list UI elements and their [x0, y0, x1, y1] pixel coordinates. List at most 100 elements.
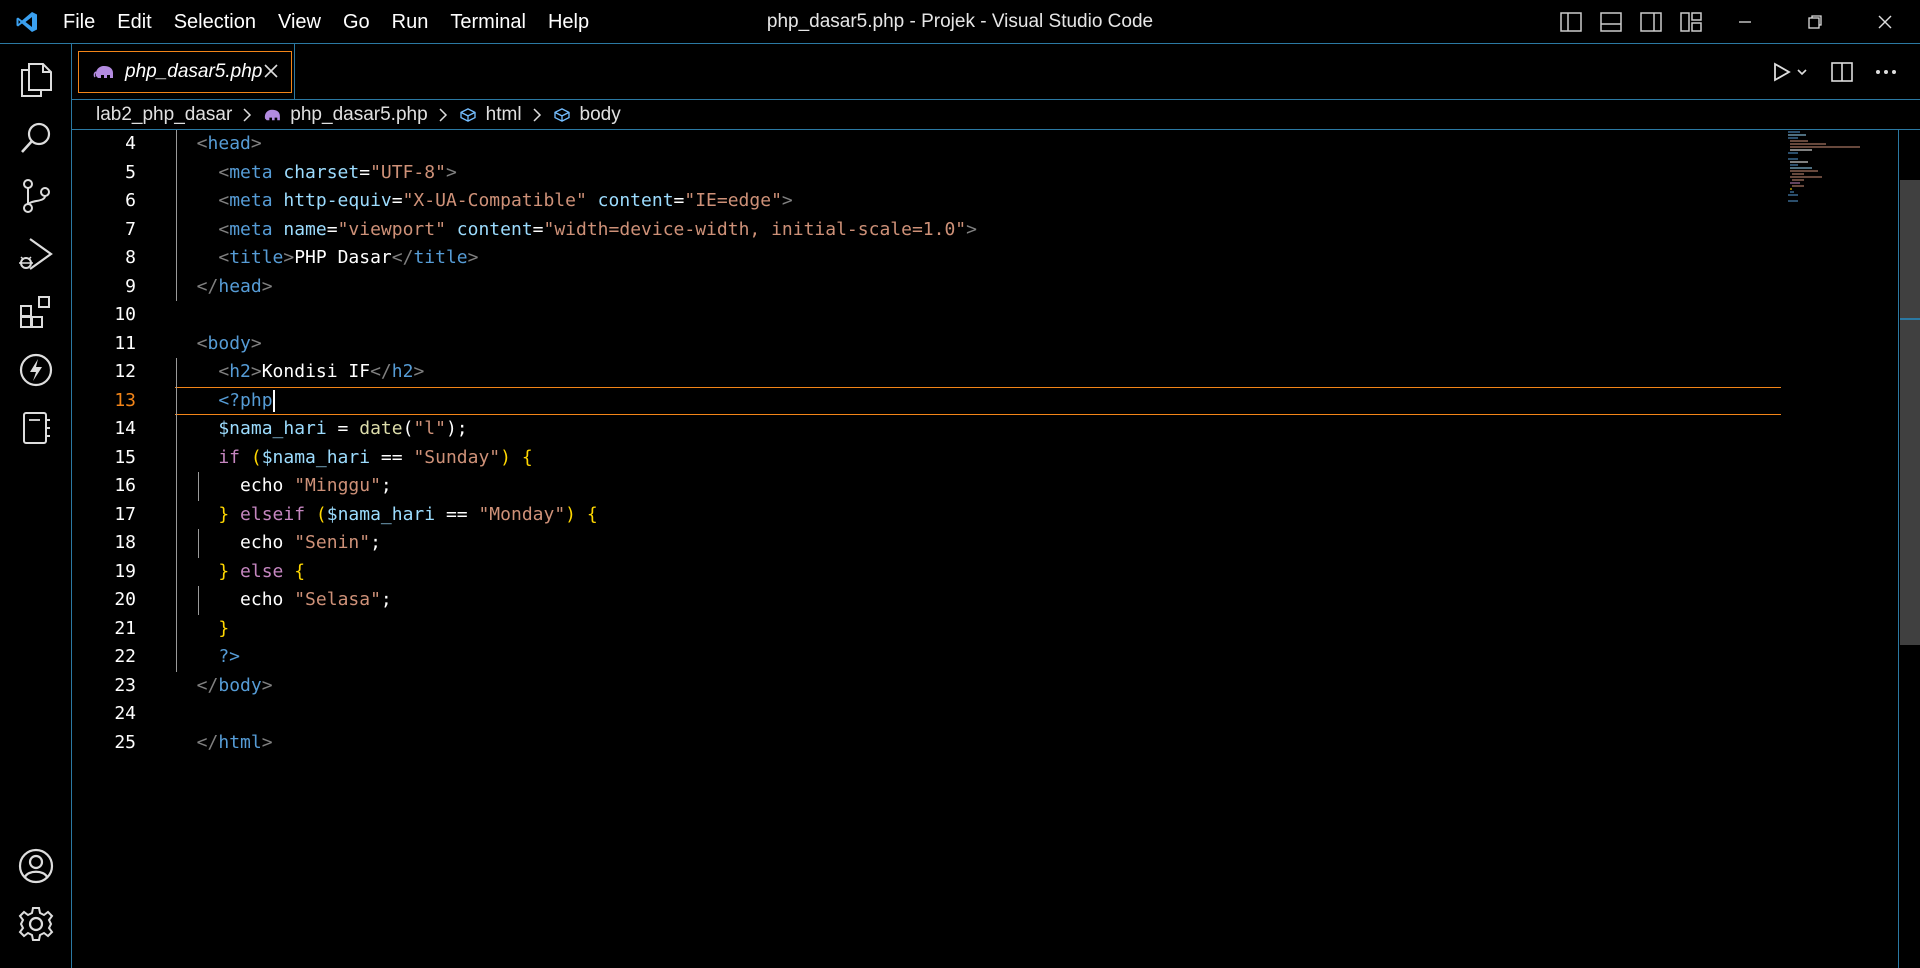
breadcrumb-file[interactable]: php_dasar5.php	[290, 104, 427, 126]
code-line[interactable]: 9 </head>	[72, 273, 1780, 302]
code-token: =	[359, 161, 371, 183]
restore-button[interactable]	[1780, 0, 1850, 44]
code-text: <?php	[175, 387, 275, 416]
breadcrumb-html[interactable]: html	[486, 104, 522, 126]
code-line[interactable]: 16 echo "Minggu";	[72, 472, 1780, 501]
lightning-icon	[19, 353, 53, 387]
code-text: </body>	[175, 672, 273, 701]
accounts-button[interactable]	[14, 844, 58, 888]
close-tab-icon[interactable]	[261, 61, 281, 81]
minimap[interactable]	[1786, 130, 1896, 210]
code-token: =	[326, 218, 338, 240]
menu-file[interactable]: File	[52, 0, 106, 44]
search-icon	[21, 122, 51, 153]
restore-icon	[1808, 15, 1822, 29]
code-token: >	[966, 218, 977, 240]
code-token: date	[359, 418, 403, 439]
code-line[interactable]: 10	[72, 301, 1780, 330]
code-token: html	[218, 731, 262, 753]
code-line[interactable]: 4 <head>	[72, 130, 1780, 159]
code-token: (	[402, 418, 414, 439]
line-number: 24	[114, 703, 136, 724]
toggle-secondary-sidebar-button[interactable]	[1636, 8, 1666, 36]
code-line[interactable]: 5 <meta charset="UTF-8">	[72, 159, 1780, 188]
code-token: (	[315, 503, 327, 525]
breadcrumb-body[interactable]: body	[580, 104, 621, 126]
toggle-panel-button[interactable]	[1596, 8, 1626, 36]
code-line[interactable]: 6 <meta http-equiv="X-UA-Compatible" con…	[72, 187, 1780, 216]
breadcrumb-folder[interactable]: lab2_php_dasar	[96, 104, 232, 126]
code-line[interactable]: 13 <?php	[72, 386, 1781, 416]
close-window-button[interactable]	[1850, 0, 1920, 44]
tab-divider	[294, 44, 295, 100]
code-token: >	[283, 247, 295, 268]
code-line[interactable]: 18 echo "Senin";	[72, 529, 1780, 558]
code-token: ) {	[500, 446, 533, 468]
code-token: >	[781, 190, 793, 211]
code-token: =	[532, 218, 544, 240]
code-line[interactable]: 11 <body>	[72, 330, 1780, 359]
code-line[interactable]: 17 } elseif ($nama_hari == "Monday") {	[72, 501, 1780, 530]
code-token: content	[456, 218, 533, 240]
extensions-button[interactable]	[14, 290, 58, 334]
tab-php-dasar5[interactable]: php_dasar5.php	[78, 51, 292, 93]
code-token: echo	[175, 532, 295, 553]
menu-run[interactable]: Run	[381, 0, 440, 44]
code-editor[interactable]: 4 <head> 5 <meta charset="UTF-8"> 6 <meta …	[72, 130, 1920, 968]
code-line[interactable]: 22 ?>	[72, 643, 1780, 672]
code-token: >	[413, 361, 425, 382]
indent-guide	[176, 130, 177, 301]
customize-layout-button[interactable]	[1676, 8, 1706, 36]
line-number: 8	[125, 247, 136, 268]
code-line[interactable]: 19 } else {	[72, 558, 1780, 587]
code-line[interactable]: 21 }	[72, 615, 1780, 644]
code-line[interactable]: 25 </html>	[72, 729, 1780, 758]
run-debug-button[interactable]	[14, 232, 58, 276]
code-token: <	[175, 361, 230, 382]
run-code-button[interactable]	[1768, 54, 1816, 90]
code-text: </head>	[175, 273, 273, 302]
code-line[interactable]: 12 <h2>Kondisi IF</h2>	[72, 358, 1780, 387]
breadcrumb: lab2_php_dasar php_dasar5.php html body	[72, 100, 1920, 130]
code-token: =	[326, 418, 360, 439]
menu-view[interactable]: View	[267, 0, 332, 44]
code-line[interactable]: 7 <meta name="viewport" content="width=d…	[72, 216, 1780, 245]
extensions-icon	[20, 296, 50, 328]
code-line[interactable]: 24	[72, 700, 1780, 729]
toggle-primary-sidebar-button[interactable]	[1556, 8, 1586, 36]
chevron-right-icon	[439, 107, 447, 122]
explorer-button[interactable]	[14, 58, 58, 102]
menu-go[interactable]: Go	[332, 0, 381, 44]
code-token: </	[370, 361, 392, 382]
code-token: >	[261, 275, 273, 297]
more-actions-button[interactable]	[1868, 54, 1904, 90]
code-token: http-equiv	[283, 190, 392, 211]
search-button[interactable]	[14, 116, 58, 160]
code-line[interactable]: 23 </body>	[72, 672, 1780, 701]
code-token: =	[391, 190, 403, 211]
menu-selection[interactable]: Selection	[163, 0, 267, 44]
line-number: 5	[125, 161, 136, 183]
code-token: title	[229, 247, 284, 268]
source-control-button[interactable]	[14, 174, 58, 218]
menu-help[interactable]: Help	[537, 0, 600, 44]
sidebar-left-icon	[1560, 12, 1582, 32]
code-line[interactable]: 15 if ($nama_hari == "Sunday") {	[72, 444, 1780, 473]
code-token: "UTF-8"	[370, 161, 446, 183]
php-elephant-icon	[265, 109, 281, 120]
code-token: <	[175, 247, 230, 268]
vertical-scrollbar-thumb[interactable]	[1900, 180, 1920, 645]
code-line[interactable]: 20 echo "Selasa";	[72, 586, 1780, 615]
window-controls	[1710, 0, 1920, 44]
manage-settings-button[interactable]	[14, 902, 58, 946]
split-editor-button[interactable]	[1824, 54, 1860, 90]
notebook-button[interactable]	[14, 406, 58, 450]
minimize-button[interactable]	[1710, 0, 1780, 44]
code-line[interactable]: 14 $nama_hari = date("l");	[72, 415, 1780, 444]
thunder-client-button[interactable]	[14, 348, 58, 392]
menu-terminal[interactable]: Terminal	[439, 0, 537, 44]
code-text: echo "Selasa";	[175, 586, 392, 615]
code-line[interactable]: 8 <title>PHP Dasar</title>	[72, 244, 1780, 273]
menu-edit[interactable]: Edit	[106, 0, 162, 44]
layout-controls	[1556, 8, 1706, 36]
